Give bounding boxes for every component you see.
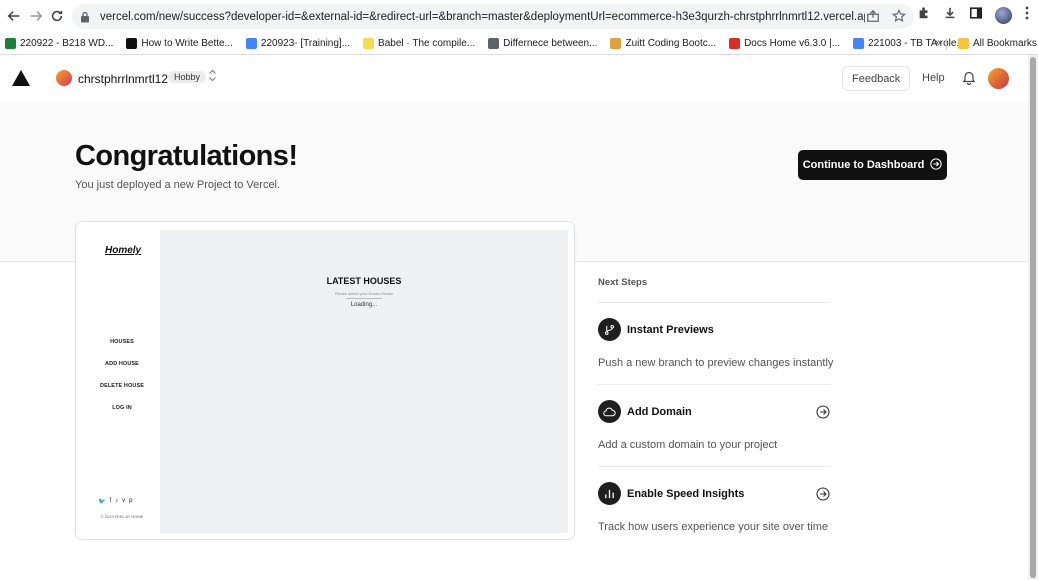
browser-menu-icon[interactable] [1024, 6, 1030, 25]
bookmark-favicon-icon [5, 38, 16, 49]
bookmark-item[interactable]: Babel · The compile... [363, 38, 475, 49]
reload-icon[interactable] [46, 5, 68, 27]
url-text: vercel.com/new/success?developer-id=&ext… [100, 10, 865, 23]
bookmark-favicon-icon [126, 38, 138, 49]
bookmarks-more-icon[interactable]: » [935, 37, 941, 49]
step-description: Add a custom domain to your project [598, 439, 778, 451]
twitter-icon: 🐦 [98, 499, 106, 505]
bookmark-label: Zuitt Coding Bootc... [625, 38, 717, 49]
step-description: Track how users experience your site ove… [598, 521, 829, 533]
arrow-right-circle-icon[interactable] [816, 405, 830, 419]
preview-loading-text: Loading... [350, 302, 378, 308]
preview-nav-add-house: ADD HOUSE [105, 361, 139, 367]
help-link[interactable]: Help [922, 72, 945, 84]
continue-button-label: Continue to Dashboard [802, 159, 925, 171]
bookmark-label: Docs Home v6.3.0 |... [744, 38, 841, 49]
bookmark-label: Babel · The compile... [378, 38, 476, 49]
download-icon[interactable] [943, 6, 957, 25]
bookmark-label: 220922 - B218 WD... [20, 38, 114, 49]
pinterest-icon: p [129, 498, 133, 504]
continue-to-dashboard-button[interactable]: Continue to Dashboard [798, 150, 947, 180]
all-bookmarks-folder[interactable]: All Bookmarks [958, 38, 1037, 49]
browser-toolbar: vercel.com/new/success?developer-id=&ext… [0, 0, 1038, 33]
preview-nav-houses: HOUSES [110, 339, 134, 345]
bookmarks-bar: 220922 - B218 WD... How to Write Bette...… [0, 33, 1038, 55]
preview-social-icons: 🐦 f ♪ v p [98, 498, 133, 505]
arrow-right-circle-icon[interactable] [816, 487, 830, 501]
browser-profile-icon[interactable] [995, 7, 1012, 24]
deployment-screenshot[interactable]: Homely HOUSES ADD HOUSE DELETE HOUSE LOG… [84, 230, 568, 533]
step-description: Push a new branch to preview changes ins… [598, 357, 834, 369]
notifications-bell-icon[interactable] [962, 70, 976, 90]
extensions-icon[interactable] [917, 6, 931, 25]
preview-divider [346, 298, 382, 299]
forward-icon[interactable] [25, 5, 47, 27]
step-title: Add Domain [627, 406, 692, 418]
feedback-button[interactable]: Feedback [842, 66, 911, 91]
bookmark-label: Differnece between... [503, 38, 598, 49]
vercel-logo-icon[interactable] [12, 70, 30, 91]
plan-badge: Hobby [168, 71, 207, 83]
preview-subheading: Please select your Dream House [334, 291, 394, 296]
divider [598, 466, 830, 467]
team-switcher-icon[interactable] [208, 69, 217, 83]
address-bar[interactable]: vercel.com/new/success?developer-id=&ext… [72, 4, 914, 29]
star-icon[interactable] [891, 8, 907, 28]
bar-chart-icon [598, 482, 621, 505]
git-branch-icon [598, 318, 621, 341]
bookmark-item[interactable]: 220922 - B218 WD... [5, 38, 113, 49]
back-icon[interactable] [3, 5, 25, 27]
bookmark-favicon-icon [610, 38, 622, 49]
preview-heading: LATEST HOUSES [326, 276, 402, 286]
folder-icon [958, 38, 969, 49]
team-name[interactable]: chrstphrrlnmrtl12 [78, 72, 168, 86]
share-icon[interactable] [866, 9, 880, 28]
cloud-icon [598, 400, 621, 423]
preview-sidebar: Homely HOUSES ADD HOUSE DELETE HOUSE LOG… [84, 230, 160, 533]
bookmark-item[interactable]: 220923- [Training]... [245, 38, 351, 49]
bookmark-item[interactable]: How to Write Bette... [126, 38, 233, 49]
scrollbar-thumb[interactable] [1030, 57, 1036, 578]
all-bookmarks-label: All Bookmarks [973, 38, 1037, 49]
preview-logo: Homely [105, 245, 142, 256]
facebook-icon: f [109, 498, 112, 504]
preview-nav-log-in: LOG IN [112, 405, 132, 411]
bookmark-label: 221003 - TB TA role... [868, 38, 965, 49]
user-avatar[interactable] [988, 68, 1009, 89]
divider [598, 302, 830, 303]
site-info-icon[interactable] [80, 10, 94, 24]
bookmark-label: How to Write Bette... [141, 38, 233, 49]
deployment-preview-card[interactable]: Homely HOUSES ADD HOUSE DELETE HOUSE LOG… [75, 221, 575, 540]
divider [598, 384, 830, 385]
team-avatar[interactable] [56, 70, 72, 86]
bookmark-favicon-icon [488, 38, 500, 49]
next-steps-heading: Next Steps [598, 277, 648, 288]
arrow-right-circle-icon [930, 157, 942, 173]
bookmark-item[interactable]: Differnece between... [488, 38, 597, 49]
bookmark-item[interactable]: Zuitt Coding Bootc... [610, 38, 716, 49]
preview-nav-delete-house: DELETE HOUSE [100, 383, 144, 389]
step-title: Instant Previews [627, 324, 714, 336]
bookmark-favicon-icon [245, 38, 257, 49]
bookmark-favicon-icon [853, 38, 865, 49]
bookmark-favicon-icon [363, 38, 375, 49]
step-title: Enable Speed Insights [627, 488, 745, 500]
bookmark-item[interactable]: Docs Home v6.3.0 |... [729, 38, 840, 49]
page-subtitle: You just deployed a new Project to Verce… [75, 179, 281, 191]
preview-copyright: © 2023 FEEL AT HOME [100, 514, 144, 519]
tiktok-icon: ♪ [115, 498, 119, 504]
side-panel-icon[interactable] [969, 6, 983, 25]
page-title: Congratulations! [75, 140, 298, 172]
bookmark-label: 220923- [Training]... [260, 38, 351, 49]
bookmark-item[interactable]: 221003 - TB TA role... [853, 38, 965, 49]
vercel-header: chrstphrrlnmrtl12 Hobby Feedback Help [0, 55, 1028, 103]
bookmark-favicon-icon [729, 38, 741, 49]
page-scrollbar[interactable] [1028, 55, 1038, 580]
vimeo-icon: v [122, 498, 126, 504]
